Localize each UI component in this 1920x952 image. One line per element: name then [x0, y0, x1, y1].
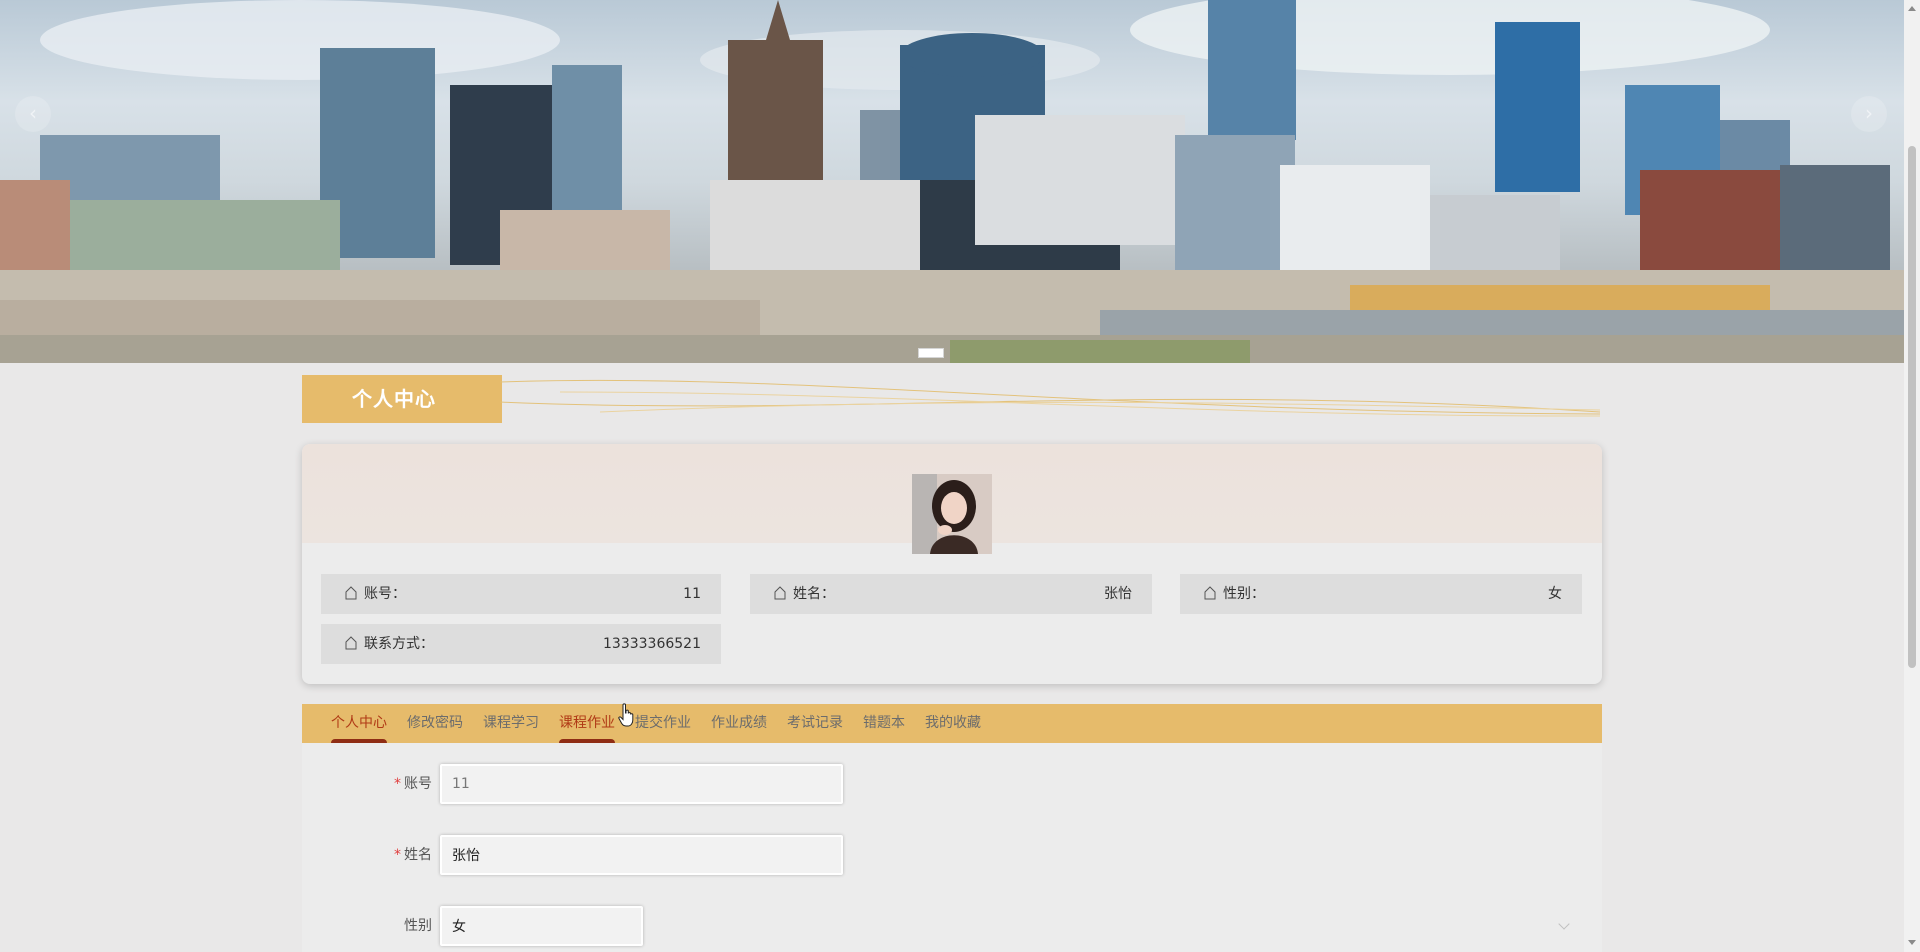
tab-exam-records[interactable]: 考试记录	[787, 704, 843, 743]
tab-change-password[interactable]: 修改密码	[407, 704, 463, 743]
required-mark: *	[394, 847, 401, 863]
avatar-photo-icon	[912, 474, 992, 554]
profile-tabs: 个人中心 修改密码 课程学习 课程作业 提交作业 作业成绩 考试记录 错题本 我…	[302, 704, 1602, 743]
tab-course-study[interactable]: 课程学习	[483, 704, 539, 743]
info-account-value: 11	[683, 586, 701, 602]
home-icon	[774, 586, 786, 600]
home-icon	[345, 586, 357, 600]
tab-submit-homework[interactable]: 提交作业	[635, 704, 691, 743]
required-mark: *	[394, 776, 401, 792]
account-label: * 账号	[302, 764, 432, 804]
info-contact: 联系方式： 13333366521	[321, 624, 721, 664]
info-name: 姓名： 张怡	[750, 574, 1152, 614]
home-icon	[1204, 586, 1216, 600]
info-contact-value: 13333366521	[603, 636, 701, 652]
carousel-next-button[interactable]: ›	[1851, 96, 1887, 132]
scroll-thumb[interactable]	[1908, 146, 1916, 668]
page-title: 个人中心	[302, 375, 502, 423]
info-gender-label: 性别：	[1223, 586, 1265, 602]
info-account: 账号： 11	[321, 574, 721, 614]
name-label-text: 姓名	[404, 847, 432, 863]
scroll-up-icon[interactable]	[1908, 6, 1916, 11]
carousel-prev-button[interactable]: ‹	[15, 96, 51, 132]
tab-personal-center[interactable]: 个人中心	[331, 704, 387, 743]
tab-homework-scores[interactable]: 作业成绩	[711, 704, 767, 743]
banner-carousel: ‹ ›	[0, 0, 1904, 363]
gender-select[interactable]	[440, 906, 643, 946]
info-contact-label: 联系方式：	[364, 636, 434, 652]
tab-label: 课程作业	[559, 715, 615, 731]
city-skyline-image	[0, 0, 1904, 363]
info-name-value: 张怡	[1104, 586, 1132, 602]
carousel-dot-active[interactable]	[918, 348, 944, 358]
profile-card: 账号： 11 姓名： 张怡 性别： 女 联系方式： 13333366521	[302, 444, 1602, 684]
name-label: * 姓名	[302, 835, 432, 875]
info-name-label: 姓名：	[793, 586, 835, 602]
scroll-down-icon[interactable]	[1908, 940, 1916, 945]
account-input[interactable]	[440, 764, 843, 804]
tab-label: 个人中心	[331, 715, 387, 731]
name-input[interactable]	[440, 835, 843, 875]
tab-course-homework[interactable]: 课程作业	[559, 704, 615, 743]
account-label-text: 账号	[404, 776, 432, 792]
info-gender: 性别： 女	[1180, 574, 1582, 614]
info-gender-value: 女	[1548, 586, 1562, 602]
info-account-label: 账号：	[364, 586, 406, 602]
tab-my-favorites[interactable]: 我的收藏	[925, 704, 981, 743]
hand-cursor-icon	[618, 703, 634, 727]
gender-label-text: 性别	[404, 918, 432, 934]
avatar	[912, 474, 992, 554]
home-icon	[345, 636, 357, 650]
page-scrollbar[interactable]	[1904, 0, 1920, 952]
decorative-lines	[500, 379, 1601, 417]
gender-label: 性别	[302, 906, 432, 946]
carousel-indicators	[918, 348, 944, 358]
tab-wrong-questions[interactable]: 错题本	[863, 704, 905, 743]
